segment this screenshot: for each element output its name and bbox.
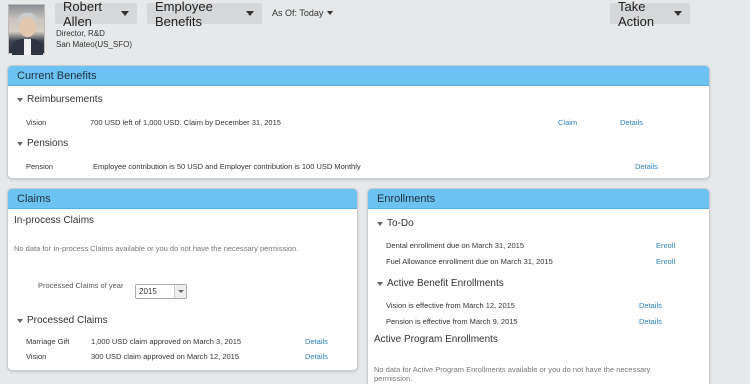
avatar-shirt bbox=[24, 39, 31, 55]
claims-panel: Claims In-process Claims No data for In-… bbox=[7, 188, 358, 371]
benefit-name: Vision bbox=[26, 118, 47, 127]
take-action-button[interactable]: Take Action bbox=[610, 0, 690, 29]
pensions-heading[interactable]: Pensions bbox=[17, 138, 68, 149]
chevron-down-icon bbox=[327, 11, 334, 15]
enrollment-desc: Pension is effective from March 9, 2015 bbox=[386, 317, 518, 326]
as-of-label: As Of: Today bbox=[272, 8, 324, 18]
details-link[interactable]: Details bbox=[305, 352, 328, 361]
details-link[interactable]: Details bbox=[639, 301, 662, 310]
person-menu-button[interactable]: Robert Allen bbox=[55, 0, 137, 29]
chevron-down-icon bbox=[121, 11, 129, 16]
in-process-heading: In-process Claims bbox=[14, 215, 95, 226]
program-empty-text-2: permission. bbox=[374, 374, 413, 383]
processed-claims-heading[interactable]: Processed Claims bbox=[17, 315, 108, 326]
benefit-name: Pension bbox=[26, 162, 54, 171]
person-name: Robert Allen bbox=[63, 0, 103, 29]
section-label: Reimbursements bbox=[27, 94, 103, 105]
collapse-triangle-icon bbox=[17, 97, 23, 102]
year-select[interactable]: 2015 bbox=[135, 284, 187, 299]
details-link[interactable]: Details bbox=[639, 317, 662, 326]
year-value: 2015 bbox=[139, 287, 157, 296]
current-benefits-panel: Current Benefits Reimbursements Vision 7… bbox=[7, 65, 710, 179]
chevron-down-icon bbox=[246, 11, 254, 16]
processed-of-year-label: Processed Claims of year bbox=[38, 281, 124, 290]
section-menu-button[interactable]: Employee Benefits bbox=[147, 0, 262, 29]
claim-desc: 1,000 USD claim approved on March 3, 201… bbox=[91, 337, 242, 346]
collapse-triangle-icon bbox=[17, 318, 23, 323]
person-title: Director, R&D bbox=[56, 29, 105, 38]
section-label: Pensions bbox=[27, 138, 69, 149]
avatar bbox=[8, 4, 45, 55]
enrollment-desc: Vision is effective from March 12, 2015 bbox=[386, 301, 515, 310]
avatar-face bbox=[19, 17, 36, 37]
dropdown-arrow-icon[interactable] bbox=[174, 285, 186, 298]
claim-name: Vision bbox=[26, 352, 47, 361]
todo-desc: Fuel Allowance enrollment due on March 3… bbox=[386, 257, 553, 266]
enroll-link[interactable]: Enroll bbox=[656, 241, 675, 250]
benefit-desc: Employee contribution is 50 USD and Empl… bbox=[93, 162, 361, 171]
collapse-triangle-icon bbox=[17, 141, 23, 146]
details-link[interactable]: Details bbox=[620, 118, 643, 127]
collapse-triangle-icon bbox=[377, 281, 383, 286]
program-empty-text: No data for Active Program Enrollments a… bbox=[374, 365, 651, 374]
active-benefit-enrollments-heading[interactable]: Active Benefit Enrollments bbox=[377, 278, 504, 289]
claim-name: Marriage Gift bbox=[26, 337, 70, 346]
program-enrollments-heading: Active Program Enrollments bbox=[374, 334, 498, 345]
reimbursements-heading[interactable]: Reimbursements bbox=[17, 94, 103, 105]
section-label: Active Benefit Enrollments bbox=[387, 278, 504, 289]
in-process-empty-text: No data for In-process Claims available … bbox=[14, 244, 299, 253]
chevron-down-icon bbox=[674, 11, 682, 16]
claim-link[interactable]: Claim bbox=[558, 118, 577, 127]
as-of-menu[interactable]: As Of: Today bbox=[272, 8, 334, 18]
panel-title: Current Benefits bbox=[8, 66, 709, 86]
section-menu-label: Employee Benefits bbox=[155, 0, 213, 29]
todo-heading[interactable]: To-Do bbox=[377, 218, 414, 229]
person-location: San Mateo(US_SFO) bbox=[56, 40, 133, 49]
collapse-triangle-icon bbox=[377, 221, 383, 226]
panel-title: Enrollments bbox=[368, 189, 709, 209]
details-link[interactable]: Details bbox=[635, 162, 658, 171]
details-link[interactable]: Details bbox=[305, 337, 328, 346]
section-label: Processed Claims bbox=[27, 315, 108, 326]
section-label: To-Do bbox=[387, 218, 414, 229]
panel-title: Claims bbox=[8, 189, 357, 209]
benefit-desc: 700 USD left of 1,000 USD. Claim by Dece… bbox=[90, 118, 281, 127]
claim-desc: 300 USD claim approved on March 12, 2015 bbox=[91, 352, 240, 361]
enroll-link[interactable]: Enroll bbox=[656, 257, 675, 266]
enrollments-panel: Enrollments To-Do Dental enrollment due … bbox=[367, 188, 710, 384]
take-action-label: Take Action bbox=[618, 0, 655, 29]
todo-desc: Dental enrollment due on March 31, 2015 bbox=[386, 241, 525, 250]
